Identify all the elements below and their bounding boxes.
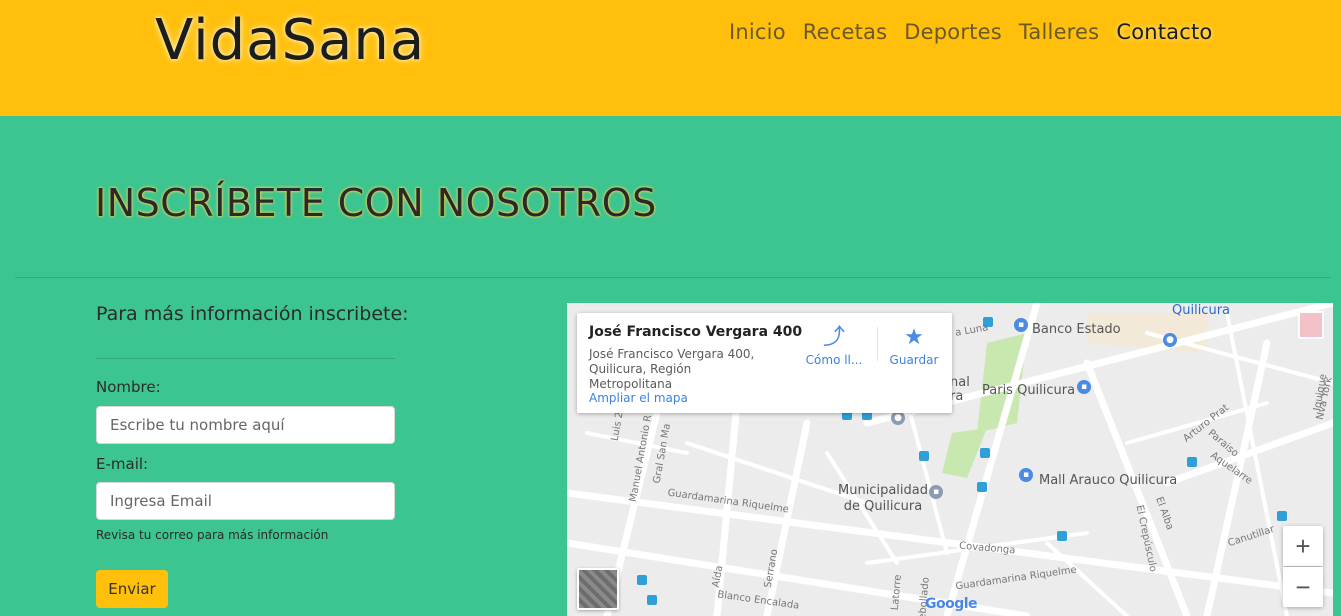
bus-stop-icon <box>977 482 987 492</box>
name-input[interactable] <box>96 406 395 444</box>
place-address: José Francisco Vergara 400, Quilicura, R… <box>589 347 755 391</box>
email-input[interactable] <box>96 482 395 520</box>
place-title: José Francisco Vergara 400 <box>589 324 803 340</box>
nav-contacto[interactable]: Contacto <box>1116 20 1212 44</box>
place-info-card: José Francisco Vergara 400 José Francisc… <box>577 313 952 413</box>
directions-icon: ⤴ <box>822 325 845 350</box>
poi-quilicura[interactable]: Quilicura <box>1172 303 1230 318</box>
section-divider <box>15 277 1331 278</box>
poi-mall-arauco[interactable]: Mall Arauco Quilicura <box>1039 473 1177 488</box>
bus-stop-icon <box>919 451 929 461</box>
main-nav: Inicio Recetas Deportes Talleres Contact… <box>729 20 1229 44</box>
star-icon: ★ <box>904 325 924 350</box>
save-place-button[interactable]: ★ Guardar <box>883 325 945 367</box>
municipalidad-label: Municipalidad de Quilicura <box>838 483 928 514</box>
street-view-pegman-icon[interactable] <box>1298 311 1324 339</box>
bus-stop-icon <box>980 448 990 458</box>
card-separator <box>877 327 878 361</box>
bus-stop-icon <box>1057 531 1067 541</box>
form-divider <box>96 358 395 359</box>
poi-paris-quilicura[interactable]: Paris Quilicura <box>982 383 1075 398</box>
form-intro: Para más información inscribete: <box>96 303 409 325</box>
embedded-map[interactable]: ● ▪ ▪ ▪ ▪ ● Quilicura Banco Estado Paris… <box>567 303 1333 616</box>
bus-stop-icon <box>1277 511 1287 521</box>
poi-banco-estado[interactable]: Banco Estado <box>1032 322 1121 337</box>
bus-stop-icon <box>647 595 657 605</box>
mall-marker-icon: ▪ <box>1019 468 1033 482</box>
shopping-marker-icon: ▪ <box>1077 380 1091 394</box>
quilicura-marker-icon: ● <box>1163 333 1177 347</box>
section-title: INSCRÍBETE CON NOSOTROS <box>95 181 657 225</box>
submit-button[interactable]: Enviar <box>96 570 168 608</box>
nav-talleres[interactable]: Talleres <box>1019 20 1099 44</box>
bus-stop-icon <box>1187 457 1197 467</box>
google-logo: Google <box>925 596 978 612</box>
email-label: E-mail: <box>96 455 149 473</box>
poi-partial-nal: nal <box>950 375 970 390</box>
nav-recetas[interactable]: Recetas <box>803 20 887 44</box>
bus-stop-icon <box>637 575 647 585</box>
email-help-text: Revisa tu correo para más información <box>96 528 329 542</box>
directions-label: Cómo ll... <box>805 353 863 367</box>
zoom-out-button[interactable]: − <box>1283 567 1323 607</box>
site-header: VidaSana Inicio Recetas Deportes Tallere… <box>0 0 1341 116</box>
save-label: Guardar <box>889 353 939 367</box>
brand-logo[interactable]: VidaSana <box>155 8 425 73</box>
nav-inicio[interactable]: Inicio <box>729 20 786 44</box>
poi-municipalidad[interactable]: Municipalidad de Quilicura <box>837 483 929 515</box>
name-label: Nombre: <box>96 378 161 396</box>
location-pin-icon: ● <box>891 411 905 425</box>
directions-button[interactable]: ⤴ Cómo ll... <box>803 325 865 367</box>
satellite-toggle[interactable] <box>577 568 619 610</box>
nav-deportes[interactable]: Deportes <box>904 20 1002 44</box>
municipality-marker-icon: ▪ <box>929 485 943 499</box>
bank-marker-icon: ▪ <box>1014 318 1028 332</box>
expand-map-link[interactable]: Ampliar el mapa <box>589 391 688 405</box>
zoom-in-button[interactable]: + <box>1283 526 1323 566</box>
